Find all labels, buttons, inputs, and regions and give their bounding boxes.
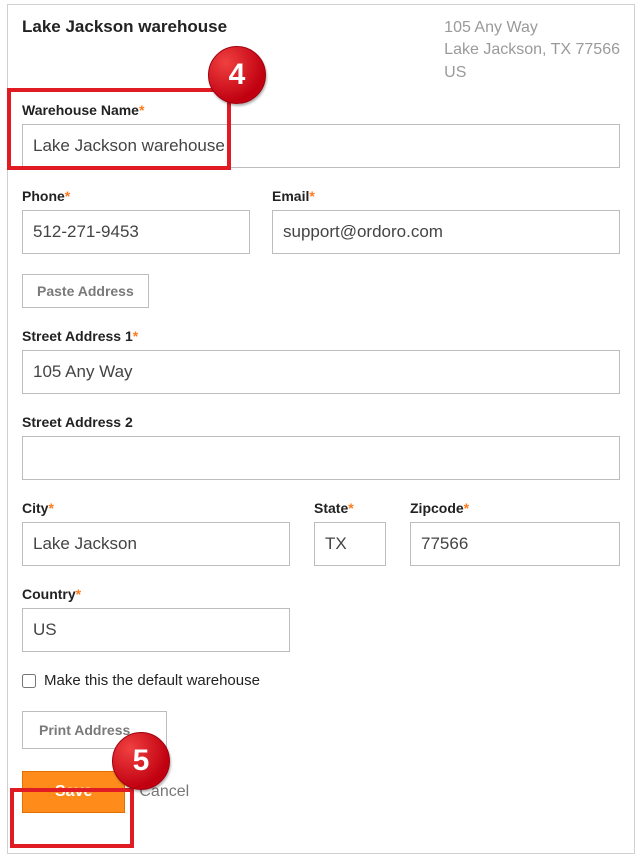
street2-field: Street Address 2 <box>22 414 620 480</box>
paste-address-button[interactable]: Paste Address <box>22 274 149 308</box>
email-label: Email* <box>272 188 620 204</box>
cancel-button[interactable]: Cancel <box>139 783 189 801</box>
street2-label: Street Address 2 <box>22 414 620 430</box>
country-field: Country* <box>22 586 290 652</box>
street1-input[interactable] <box>22 350 620 394</box>
warehouse-name-label: Warehouse Name* <box>22 102 620 118</box>
country-input[interactable] <box>22 608 290 652</box>
form-actions: Save Cancel <box>22 771 620 813</box>
print-address-button[interactable]: Print Address <box>22 711 167 749</box>
city-label: City* <box>22 500 290 516</box>
street2-input[interactable] <box>22 436 620 480</box>
print-address-row: Print Address <box>22 711 620 749</box>
addr-line1: 105 Any Way <box>444 17 620 39</box>
country-label: Country* <box>22 586 290 602</box>
city-input[interactable] <box>22 522 290 566</box>
city-state-zip-row: City* State* Zipcode* <box>22 500 620 566</box>
zip-label: Zipcode* <box>410 500 620 516</box>
state-input[interactable] <box>314 522 386 566</box>
paste-address-row: Paste Address <box>22 274 620 308</box>
save-button[interactable]: Save <box>22 771 125 813</box>
header: Lake Jackson warehouse 105 Any Way Lake … <box>22 17 620 84</box>
zip-field: Zipcode* <box>410 500 620 566</box>
street1-label: Street Address 1* <box>22 328 620 344</box>
page-title: Lake Jackson warehouse <box>22 17 227 37</box>
warehouse-name-field: Warehouse Name* <box>22 102 620 168</box>
state-label: State* <box>314 500 386 516</box>
phone-field: Phone* <box>22 188 250 254</box>
default-warehouse-row: Make this the default warehouse <box>22 672 620 689</box>
warehouse-name-input[interactable] <box>22 124 620 168</box>
default-warehouse-checkbox[interactable] <box>22 674 36 688</box>
phone-label: Phone* <box>22 188 250 204</box>
zip-input[interactable] <box>410 522 620 566</box>
email-field: Email* <box>272 188 620 254</box>
street1-field: Street Address 1* <box>22 328 620 394</box>
warehouse-form-panel: Lake Jackson warehouse 105 Any Way Lake … <box>7 4 635 854</box>
state-field: State* <box>314 500 386 566</box>
addr-line2: Lake Jackson, TX 77566 <box>444 39 620 61</box>
city-field: City* <box>22 500 290 566</box>
email-input[interactable] <box>272 210 620 254</box>
phone-email-row: Phone* Email* <box>22 188 620 254</box>
phone-input[interactable] <box>22 210 250 254</box>
addr-line3: US <box>444 62 620 84</box>
default-warehouse-label: Make this the default warehouse <box>44 672 260 689</box>
header-address: 105 Any Way Lake Jackson, TX 77566 US <box>444 17 620 84</box>
